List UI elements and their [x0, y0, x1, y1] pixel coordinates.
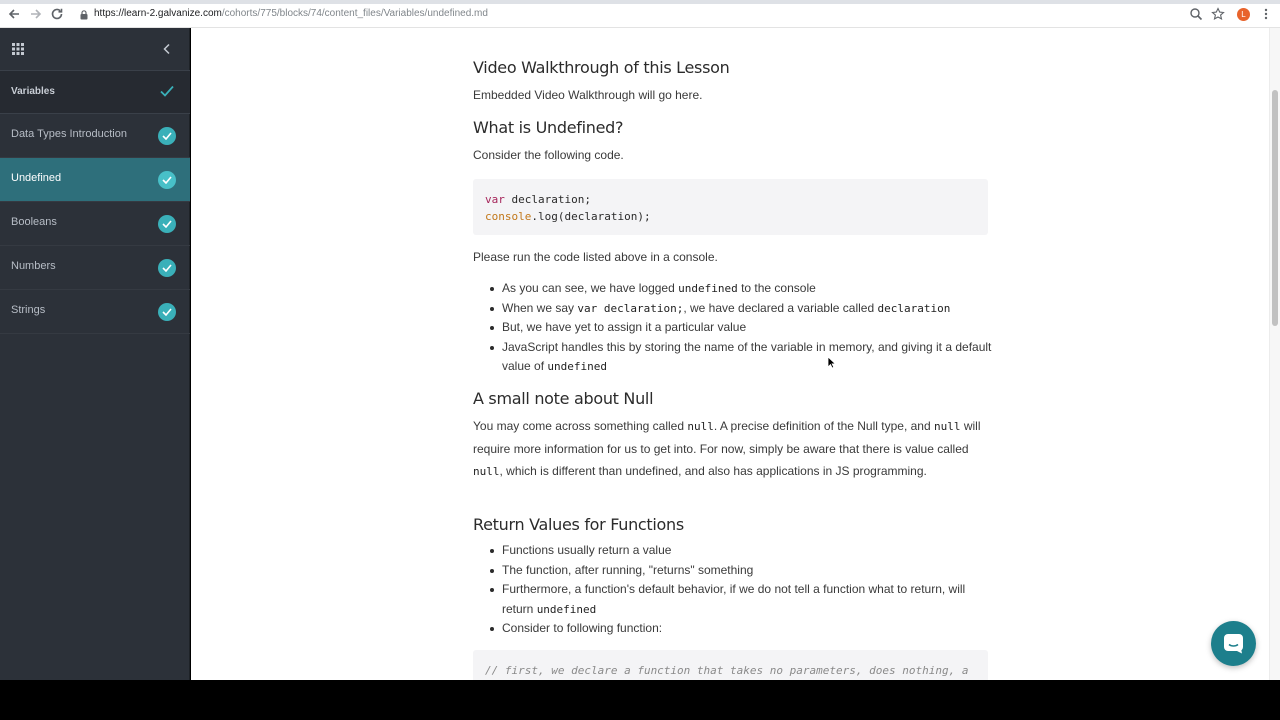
completed-check-icon — [158, 171, 176, 189]
check-icon — [160, 85, 174, 97]
address-bar[interactable]: https://learn-2.galvanize.com/cohorts/77… — [74, 6, 1234, 25]
undefined-explanation-list: As you can see, we have logged undefined… — [490, 279, 992, 377]
back-arrow-icon[interactable] — [7, 7, 23, 23]
letterbox-bar — [0, 680, 1280, 720]
sidebar-section-variables[interactable]: Variables — [0, 71, 190, 114]
star-icon[interactable] — [1211, 7, 1225, 21]
tab-strip-edge — [0, 0, 1280, 4]
code-text: declaration; — [504, 193, 591, 206]
completed-check-icon — [158, 303, 176, 321]
list-item: As you can see, we have logged undefined… — [490, 279, 992, 299]
video-walkthrough-text: Embedded Video Walkthrough will go here. — [473, 88, 703, 102]
lesson-sidebar: Variables Data Types Introduction Undefi… — [0, 28, 190, 680]
more-menu-icon[interactable] — [1259, 7, 1273, 21]
sidebar-item-label: Undefined — [11, 172, 62, 184]
sidebar-item-data-types-introduction[interactable]: Data Types Introduction — [0, 114, 190, 158]
run-code-text: Please run the code listed above in a co… — [473, 250, 718, 264]
apps-grid-icon[interactable] — [12, 43, 24, 55]
null-note-paragraph: You may come across something called nul… — [473, 419, 981, 478]
code-block-function: // first, we declare a function that tak… — [473, 650, 988, 680]
list-item: Functions usually return a value — [490, 541, 992, 561]
sidebar-item-label: Numbers — [11, 260, 56, 272]
return-values-heading: Return Values for Functions — [473, 515, 684, 534]
lesson-content-pane: Video Walkthrough of this Lesson Embedde… — [191, 28, 1269, 680]
code-keyword: var — [485, 193, 505, 206]
sidebar-item-label: Strings — [11, 304, 46, 316]
null-note-heading: A small note about Null — [473, 389, 654, 408]
chat-icon — [1224, 634, 1243, 654]
code-text: .log(declaration); — [531, 210, 651, 223]
completed-check-icon — [158, 259, 176, 277]
sidebar-item-undefined[interactable]: Undefined — [0, 158, 190, 202]
url-path: /cohorts/775/blocks/74/content_files/Var… — [221, 8, 488, 19]
sidebar-header — [0, 28, 190, 71]
collapse-chevron-icon[interactable] — [162, 43, 172, 55]
chat-launcher-button[interactable] — [1211, 621, 1256, 666]
reload-icon[interactable] — [50, 7, 66, 23]
list-item: The function, after running, "returns" s… — [490, 561, 992, 581]
url-text: https://learn-2.galvanize.com/cohorts/77… — [94, 8, 488, 19]
section-title: Variables — [11, 86, 55, 97]
what-is-undefined-heading: What is Undefined? — [473, 118, 624, 137]
list-item: Furthermore, a function's default behavi… — [490, 580, 992, 619]
code-comment: // first, we declare a function that tak… — [485, 664, 969, 677]
list-item: Consider to following function: — [490, 619, 992, 639]
scrollbar-thumb[interactable] — [1272, 90, 1278, 326]
mouse-cursor-icon — [827, 356, 836, 369]
list-item: When we say var declaration;, we have de… — [490, 299, 992, 319]
sidebar-item-booleans[interactable]: Booleans — [0, 202, 190, 246]
browser-toolbar: https://learn-2.galvanize.com/cohorts/77… — [0, 0, 1280, 28]
zoom-icon[interactable] — [1189, 7, 1203, 21]
sidebar-item-label: Booleans — [11, 216, 57, 228]
url-host: https://learn-2.galvanize.com — [94, 8, 222, 19]
undefined-intro-text: Consider the following code. — [473, 148, 624, 162]
completed-check-icon — [158, 127, 176, 145]
sidebar-item-strings[interactable]: Strings — [0, 290, 190, 334]
sidebar-item-numbers[interactable]: Numbers — [0, 246, 190, 290]
return-values-list: Functions usually return a value The fun… — [490, 541, 992, 639]
forward-arrow-icon[interactable] — [29, 7, 45, 23]
sidebar-item-label: Data Types Introduction — [11, 128, 127, 140]
code-object: console — [485, 210, 532, 223]
completed-check-icon — [158, 215, 176, 233]
code-block-declaration: var declaration; console.log(declaration… — [473, 179, 988, 235]
lock-icon — [80, 10, 88, 20]
video-walkthrough-heading: Video Walkthrough of this Lesson — [473, 58, 730, 77]
list-item: But, we have yet to assign it a particul… — [490, 318, 992, 338]
profile-avatar[interactable]: L — [1237, 8, 1250, 21]
list-item: JavaScript handles this by storing the n… — [490, 338, 992, 377]
